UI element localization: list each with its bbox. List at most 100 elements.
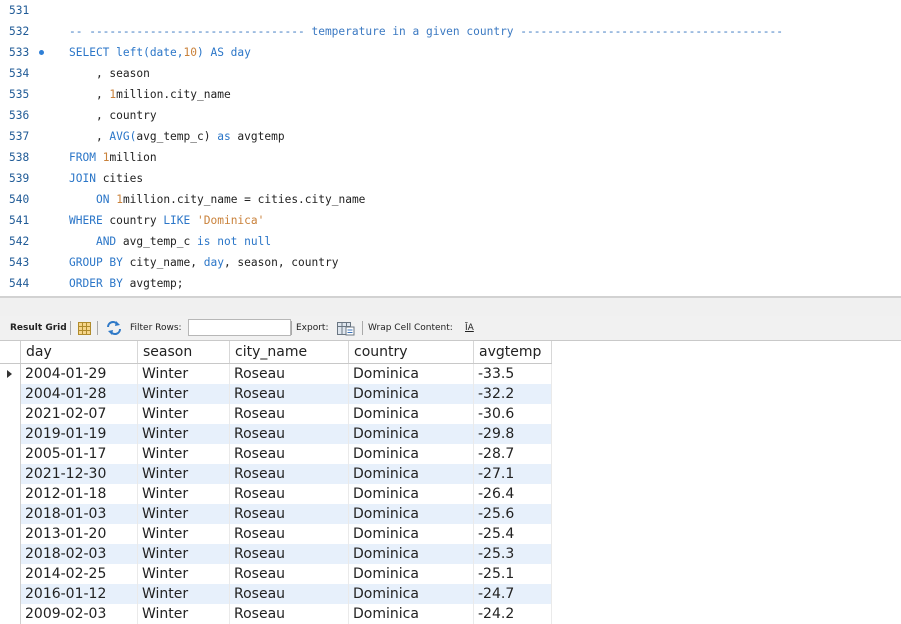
cell-day[interactable]: 2019-01-19	[20, 424, 138, 444]
code-line[interactable]: 537 , AVG(avg_temp_c) as avgtemp	[0, 126, 901, 147]
row-header[interactable]	[0, 544, 21, 564]
cell-city-name[interactable]: Roseau	[229, 464, 349, 484]
cell-season[interactable]: Winter	[137, 464, 230, 484]
cell-city-name[interactable]: Roseau	[229, 604, 349, 624]
cell-country[interactable]: Dominica	[348, 424, 474, 444]
cell-avgtemp[interactable]: -29.8	[473, 424, 552, 444]
row-header[interactable]	[0, 524, 21, 544]
table-row[interactable]: 2018-01-03 Winter Roseau Dominica -25.6	[0, 504, 552, 524]
cell-season[interactable]: Winter	[137, 604, 230, 624]
cell-day[interactable]: 2012-01-18	[20, 484, 138, 504]
cell-avgtemp[interactable]: -25.1	[473, 564, 552, 584]
cell-avgtemp[interactable]: -24.7	[473, 584, 552, 604]
table-row[interactable]: 2016-01-12 Winter Roseau Dominica -24.7	[0, 584, 552, 604]
row-header[interactable]	[0, 564, 21, 584]
pane-splitter[interactable]	[0, 296, 901, 316]
grid-view-icon[interactable]	[78, 321, 91, 335]
cell-city-name[interactable]: Roseau	[229, 504, 349, 524]
sql-editor[interactable]: 531 532 -- -------------------------------…	[0, 0, 901, 296]
table-row[interactable]: 2021-02-07 Winter Roseau Dominica -30.6	[0, 404, 552, 424]
cell-city-name[interactable]: Roseau	[229, 484, 349, 504]
cell-day[interactable]: 2005-01-17	[20, 444, 138, 464]
code-line[interactable]: 541 WHERE country LIKE 'Dominica'	[0, 210, 901, 231]
cell-country[interactable]: Dominica	[348, 464, 474, 484]
row-header[interactable]	[0, 444, 21, 464]
code-line[interactable]: 543 GROUP BY city_name, day, season, coun…	[0, 252, 901, 273]
code-line[interactable]: 533 SELECT left(date,10) AS day	[0, 42, 901, 63]
table-row[interactable]: 2019-01-19 Winter Roseau Dominica -29.8	[0, 424, 552, 444]
cell-city-name[interactable]: Roseau	[229, 544, 349, 564]
cell-season[interactable]: Winter	[137, 484, 230, 504]
cell-avgtemp[interactable]: -28.7	[473, 444, 552, 464]
table-row[interactable]: 2012-01-18 Winter Roseau Dominica -26.4	[0, 484, 552, 504]
table-row[interactable]: 2004-01-28 Winter Roseau Dominica -32.2	[0, 384, 552, 404]
code-line[interactable]: 542 AND avg_temp_c is not null	[0, 231, 901, 252]
row-header[interactable]	[0, 363, 21, 384]
code-line[interactable]: 544 ORDER BY avgtemp;	[0, 273, 901, 294]
cell-country[interactable]: Dominica	[348, 584, 474, 604]
table-row[interactable]: 2009-02-03 Winter Roseau Dominica -24.2	[0, 604, 552, 624]
row-header[interactable]	[0, 384, 21, 404]
cell-avgtemp[interactable]: -25.6	[473, 504, 552, 524]
row-header[interactable]	[0, 464, 21, 484]
cell-day[interactable]: 2018-02-03	[20, 544, 138, 564]
cell-day[interactable]: 2013-01-20	[20, 524, 138, 544]
row-header-corner[interactable]	[0, 341, 21, 364]
code-line[interactable]: 535 , 1million.city_name	[0, 84, 901, 105]
row-header[interactable]	[0, 504, 21, 524]
cell-avgtemp[interactable]: -30.6	[473, 404, 552, 424]
column-header-season[interactable]: season	[137, 341, 230, 364]
cell-country[interactable]: Dominica	[348, 544, 474, 564]
wrap-cell-content-icon[interactable]: ĪA	[465, 316, 474, 340]
cell-avgtemp[interactable]: -32.2	[473, 384, 552, 404]
splitter-grip[interactable]	[0, 296, 901, 298]
column-header-country[interactable]: country	[348, 341, 474, 364]
table-row[interactable]: 2021-12-30 Winter Roseau Dominica -27.1	[0, 464, 552, 484]
cell-country[interactable]: Dominica	[348, 564, 474, 584]
cell-city-name[interactable]: Roseau	[229, 524, 349, 544]
row-header[interactable]	[0, 424, 21, 444]
cell-country[interactable]: Dominica	[348, 524, 474, 544]
code-line[interactable]: 540 ON 1million.city_name = cities.city_…	[0, 189, 901, 210]
cell-season[interactable]: Winter	[137, 404, 230, 424]
cell-city-name[interactable]: Roseau	[229, 363, 349, 384]
refresh-icon[interactable]	[106, 321, 122, 335]
cell-day[interactable]: 2021-02-07	[20, 404, 138, 424]
cell-avgtemp[interactable]: -27.1	[473, 464, 552, 484]
cell-season[interactable]: Winter	[137, 363, 230, 384]
code-line[interactable]: 538 FROM 1million	[0, 147, 901, 168]
row-header[interactable]	[0, 604, 21, 624]
cell-country[interactable]: Dominica	[348, 363, 474, 384]
cell-city-name[interactable]: Roseau	[229, 424, 349, 444]
cell-country[interactable]: Dominica	[348, 504, 474, 524]
column-header-day[interactable]: day	[20, 341, 138, 364]
cell-country[interactable]: Dominica	[348, 484, 474, 504]
cell-season[interactable]: Winter	[137, 544, 230, 564]
cell-country[interactable]: Dominica	[348, 384, 474, 404]
cell-season[interactable]: Winter	[137, 444, 230, 464]
table-row[interactable]: 2018-02-03 Winter Roseau Dominica -25.3	[0, 544, 552, 564]
cell-season[interactable]: Winter	[137, 504, 230, 524]
cell-city-name[interactable]: Roseau	[229, 564, 349, 584]
cell-avgtemp[interactable]: -25.3	[473, 544, 552, 564]
cell-season[interactable]: Winter	[137, 524, 230, 544]
cell-country[interactable]: Dominica	[348, 444, 474, 464]
cell-season[interactable]: Winter	[137, 584, 230, 604]
cell-day[interactable]: 2021-12-30	[20, 464, 138, 484]
table-row[interactable]: 2005-01-17 Winter Roseau Dominica -28.7	[0, 444, 552, 464]
table-row[interactable]: 2014-02-25 Winter Roseau Dominica -25.1	[0, 564, 552, 584]
row-header[interactable]	[0, 404, 21, 424]
cell-city-name[interactable]: Roseau	[229, 444, 349, 464]
cell-season[interactable]: Winter	[137, 424, 230, 444]
filter-rows-input[interactable]	[188, 319, 291, 336]
cell-avgtemp[interactable]: -25.4	[473, 524, 552, 544]
column-header-city-name[interactable]: city_name	[229, 341, 349, 364]
code-line[interactable]: 536 , country	[0, 105, 901, 126]
cell-day[interactable]: 2009-02-03	[20, 604, 138, 624]
row-header[interactable]	[0, 484, 21, 504]
cell-country[interactable]: Dominica	[348, 604, 474, 624]
cell-season[interactable]: Winter	[137, 384, 230, 404]
cell-avgtemp[interactable]: -24.2	[473, 604, 552, 624]
cell-city-name[interactable]: Roseau	[229, 404, 349, 424]
code-line[interactable]: 531	[0, 0, 901, 21]
